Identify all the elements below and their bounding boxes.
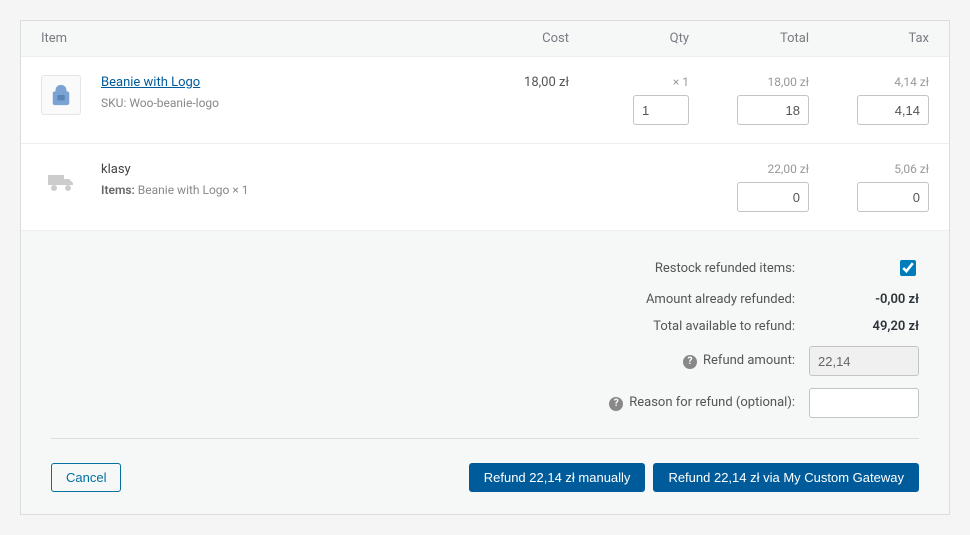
refund-amount-label: Refund amount: [703,353,795,368]
available-refund-value: 49,20 zł [809,319,919,334]
product-name-link[interactable]: Beanie with Logo [101,75,200,90]
refund-gateway-button[interactable]: Refund 22,14 zł via My Custom Gateway [653,463,919,492]
already-refunded-label: Amount already refunded: [646,292,809,307]
col-item: Item [41,31,449,46]
shipping-tax-display: 5,06 zł [894,162,929,176]
table-header: Item Cost Qty Total Tax [21,21,949,57]
product-thumbnail [41,75,81,115]
refund-total-input[interactable] [737,95,809,125]
product-sku: SKU: Woo-beanie-logo [101,96,449,110]
restock-checkbox[interactable] [900,260,916,276]
refund-tax-input[interactable] [857,95,929,125]
shipping-items: Items: Beanie with Logo × 1 [101,183,449,197]
help-icon[interactable]: ? [609,397,623,411]
shipping-refund-total-input[interactable] [737,182,809,212]
line-cost: 18,00 zł [459,75,569,90]
line-qty-display: × 1 [673,75,689,89]
shipping-method: klasy [101,162,449,177]
backpack-icon [50,83,72,107]
col-cost: Cost [449,31,569,46]
refund-manual-button[interactable]: Refund 22,14 zł manually [469,463,646,492]
action-bar: Cancel Refund 22,14 zł manually Refund 2… [21,463,949,514]
already-refunded-value: -0,00 zł [809,292,919,307]
refund-summary: Restock refunded items: Amount already r… [21,231,949,463]
col-tax: Tax [809,31,929,46]
col-total: Total [689,31,809,46]
shipping-total-display: 22,00 zł [767,162,809,176]
divider [51,438,919,439]
refund-amount-input[interactable] [809,346,919,376]
shipping-refund-tax-input[interactable] [857,182,929,212]
order-refund-panel: Item Cost Qty Total Tax Beanie with Logo… [20,20,950,515]
line-tax-display: 4,14 zł [894,75,929,89]
col-qty: Qty [569,31,689,46]
shipping-row: klasy Items: Beanie with Logo × 1 22,00 … [21,144,949,231]
refund-reason-input[interactable] [809,388,919,418]
restock-label: Restock refunded items: [655,261,809,276]
cancel-button[interactable]: Cancel [51,463,121,492]
truck-icon [41,162,81,202]
refund-reason-label: Reason for refund (optional): [629,395,795,410]
line-total-display: 18,00 zł [767,75,809,89]
available-refund-label: Total available to refund: [653,319,809,334]
refund-qty-input[interactable] [633,95,689,125]
help-icon[interactable]: ? [683,355,697,369]
line-item-row: Beanie with Logo SKU: Woo-beanie-logo 18… [21,57,949,144]
